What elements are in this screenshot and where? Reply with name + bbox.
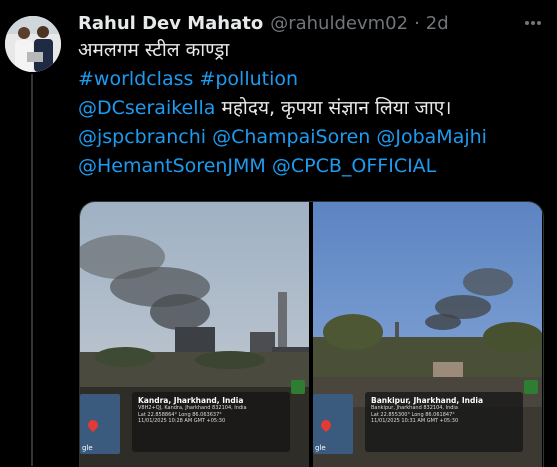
map-pin-icon	[85, 417, 101, 433]
map-thumbnail: gle	[313, 394, 353, 454]
media-photo-bankipur[interactable]: gle Bankipur, Jharkhand, India Bankipur,…	[313, 202, 542, 467]
map-pin-icon	[318, 417, 334, 433]
gps-camera-icon	[524, 380, 538, 394]
mention-champaisoren[interactable]: @ChampaiSoren	[212, 126, 370, 148]
author-name[interactable]: Rahul Dev Mahato	[78, 13, 263, 34]
mention-dcseraikella[interactable]: @DCseraikella	[78, 97, 215, 119]
location-detail-3: 11/01/2025 10:31 AM GMT +05:30	[371, 418, 459, 424]
tweet-header: Rahul Dev Mahato @rahuldevm02 · 2d	[78, 10, 548, 36]
tweet-text-title: अमलगम स्टील काण्ड्रा	[78, 39, 230, 61]
hashtag-pollution[interactable]: #pollution	[199, 68, 298, 90]
tweet-media: gle Kandra, Jharkhand, India V8H2+QJ, Ka…	[79, 201, 544, 467]
map-label: gle	[82, 444, 93, 452]
tweet-content: Rahul Dev Mahato @rahuldevm02 · 2d अमलगम…	[78, 10, 548, 181]
mention-cpcb-official[interactable]: @CPCB_OFFICIAL	[272, 155, 436, 177]
separator-dot: ·	[414, 12, 420, 34]
map-thumbnail: gle	[80, 394, 120, 454]
more-dots-icon	[525, 21, 541, 25]
gps-info-card: Kandra, Jharkhand, India V8H2+QJ, Kandra…	[132, 392, 290, 452]
media-photo-kandra[interactable]: gle Kandra, Jharkhand, India V8H2+QJ, Ka…	[80, 202, 309, 467]
thread-connector-line	[31, 74, 33, 466]
location-detail-3: 11/01/2025 10:28 AM GMT +05:30	[138, 418, 226, 424]
gps-info-card: Bankipur, Jharkhand, India Bankipur, Jha…	[365, 392, 523, 452]
avatar[interactable]	[5, 16, 61, 72]
more-options-button[interactable]	[518, 10, 548, 36]
mention-jobamajhi[interactable]: @JobaMajhi	[376, 126, 487, 148]
map-label: gle	[315, 444, 326, 452]
mention-hemantsorenjmm[interactable]: @HemantSorenJMM	[78, 155, 266, 177]
author-handle[interactable]: @rahuldevm02	[270, 13, 408, 34]
hashtag-worldclass[interactable]: #worldclass	[78, 68, 193, 90]
request-text: महोदय, कृपया संज्ञान लिया जाए।	[221, 97, 452, 119]
location-title: Kandra, Jharkhand, India	[138, 396, 244, 405]
tweet-timestamp[interactable]: 2d	[426, 13, 449, 34]
gps-camera-icon	[291, 380, 305, 394]
location-title: Bankipur, Jharkhand, India	[371, 396, 484, 405]
mention-jspcbranchi[interactable]: @jspcbranchi	[78, 126, 206, 148]
